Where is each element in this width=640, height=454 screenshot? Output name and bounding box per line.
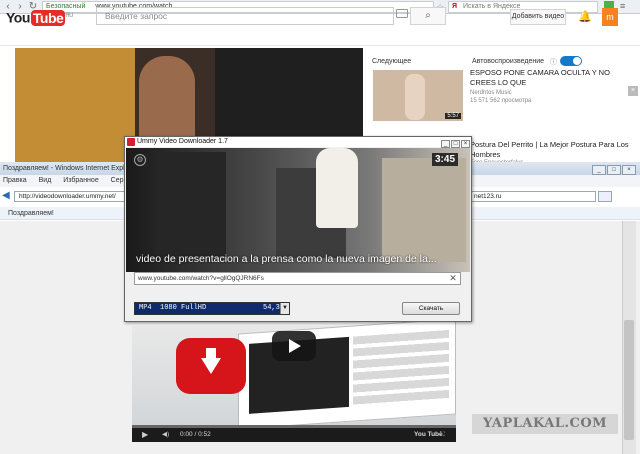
format-select[interactable]: MP4 1080 FullHD 54,3 — [134, 302, 290, 315]
close-icon[interactable]: × — [628, 86, 638, 96]
maximize-icon[interactable]: □ — [451, 140, 460, 148]
format-size: 54,3 — [263, 304, 280, 312]
menu-favorites[interactable]: Избранное — [63, 177, 98, 184]
menu-edit[interactable]: Правка — [3, 177, 27, 184]
ummy-window-buttons: _ □ × — [440, 137, 470, 148]
notifications-bell-icon[interactable]: 🔔 — [578, 10, 592, 24]
model-figure — [316, 148, 358, 228]
watermark: YAPLAKAL.COM — [472, 414, 618, 434]
format-value: MP4 1080 FullHD — [139, 304, 207, 312]
up-next-title-2[interactable]: Postura Del Perrito | La Mejor Postura P… — [470, 140, 630, 160]
preview-duration: 3:45 — [432, 153, 459, 166]
url-input[interactable]: www.youtube.com/watch?v=gllOgQJRN6Fs — [134, 272, 461, 285]
keyboard-icon[interactable] — [396, 9, 408, 18]
play-button[interactable] — [272, 331, 316, 361]
ummy-app-icon — [127, 138, 135, 146]
youtube-search-input[interactable]: Введите запрос — [96, 7, 394, 25]
logo-tube: Tube — [30, 9, 66, 26]
mockup-list — [353, 329, 449, 407]
info-icon[interactable]: ⓘ — [550, 57, 557, 67]
fullscreen-icon[interactable]: ⛶ — [440, 428, 445, 442]
search-button[interactable]: ⌕ — [410, 7, 446, 25]
ie-go-icon[interactable] — [598, 191, 612, 202]
ie-scroll-thumb[interactable] — [624, 320, 634, 440]
chevron-down-icon[interactable]: ▼ — [280, 303, 289, 314]
up-next-thumbnail-1[interactable]: 5:57 — [373, 70, 463, 121]
massage-chair-left — [156, 152, 226, 256]
settings-gear-icon[interactable]: ⚙ — [134, 154, 146, 166]
menu-view[interactable]: Вид — [39, 177, 52, 184]
download-button[interactable]: Скачать — [402, 302, 460, 315]
screen-mockup-image — [238, 318, 456, 430]
ummy-title: Ummy Video Downloader 1.7 — [137, 138, 228, 145]
armchair-left — [15, 48, 135, 178]
youtube-logo[interactable]: You Tube RU — [6, 6, 73, 26]
ie-back-icon[interactable]: ◀ — [2, 190, 12, 202]
search-icon: ⌕ — [425, 10, 431, 21]
autoplay-toggle[interactable] — [560, 56, 582, 66]
up-next-label: Следующее — [372, 58, 412, 65]
search-placeholder: Введите запрос — [105, 11, 168, 21]
ie-address-bar[interactable]: http://videodownloader.ummy.net/ — [14, 191, 126, 202]
ie-window-title: Поздравляем! - Windows Internet Explorer — [3, 165, 138, 172]
up-next-title-1[interactable]: ESPOSO PONE CAMARA OCULTA Y NO CREES LO … — [470, 68, 630, 88]
logo-region: RU — [65, 13, 73, 19]
preview-video-title: video de presentacion a la prensa como l… — [136, 253, 437, 265]
avatar[interactable]: m — [602, 8, 618, 26]
logo-you: You — [6, 9, 30, 26]
ie-address-bar-right[interactable]: net123.ru — [470, 191, 596, 202]
minimize-icon[interactable]: _ — [441, 140, 450, 148]
up-next-channel-1[interactable]: Nerdhtos Music — [470, 90, 512, 96]
volume-icon[interactable]: ◀) — [162, 428, 169, 442]
up-next-views-1: 15 571 562 просмотра — [470, 98, 532, 104]
clear-url-icon[interactable]: ✕ — [448, 273, 458, 283]
massage-chair-right — [382, 158, 466, 262]
close-icon[interactable]: × — [461, 140, 470, 148]
video-control-bar: ▶ ◀) 0:00 / 0:52 You Tube ⛶ — [132, 428, 456, 442]
menu-icon[interactable]: ≡ — [620, 1, 625, 11]
duration-badge: 5:57 — [445, 113, 461, 119]
youtube-badge[interactable]: You Tube — [414, 428, 443, 442]
yandex-icon: Я — [452, 3, 458, 10]
download-logo-icon — [176, 338, 246, 394]
thumbnail-figure — [405, 74, 425, 120]
add-video-button[interactable]: Добавить видео — [510, 9, 566, 25]
video-time: 0:00 / 0:52 — [180, 431, 211, 438]
ummy-title-bar[interactable]: Ummy Video Downloader 1.7 — [125, 137, 471, 147]
ie-tab-label: Поздравляем! — [8, 210, 54, 217]
maximize-icon[interactable]: □ — [607, 165, 621, 175]
play-icon[interactable]: ▶ — [142, 428, 148, 442]
autoplay-label: Автовоспроизведение — [472, 58, 545, 65]
close-icon[interactable]: × — [622, 165, 636, 175]
minimize-icon[interactable]: _ — [592, 165, 606, 175]
